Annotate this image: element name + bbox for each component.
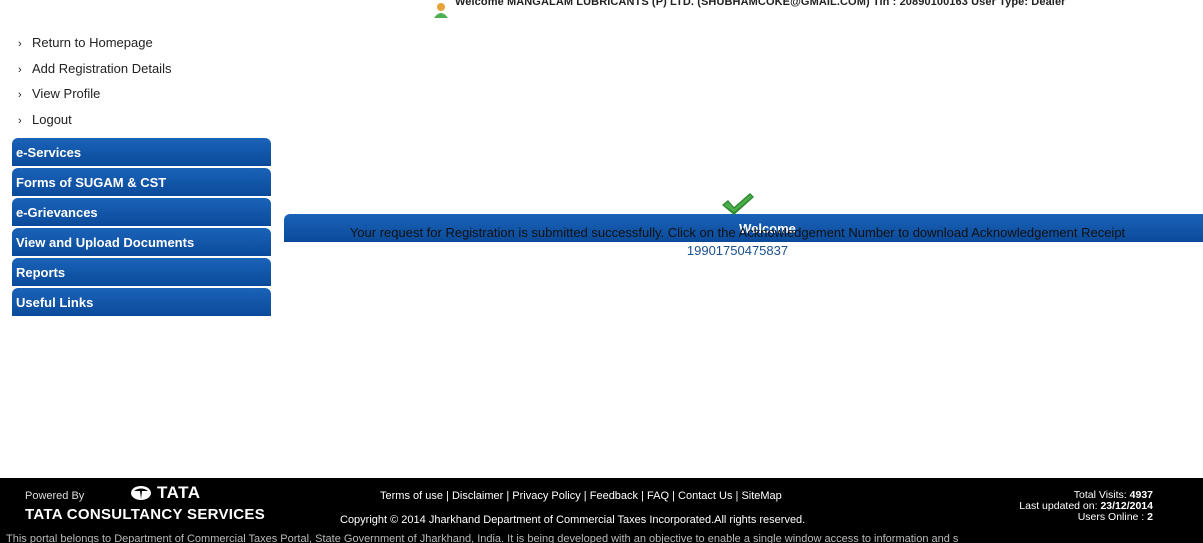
portal-description: This portal belongs to Department of Com… xyxy=(6,533,959,543)
sidebar-section-view-upload-documents[interactable]: View and Upload Documents xyxy=(12,228,271,256)
link-label: Logout xyxy=(32,111,72,127)
footer-link-privacy[interactable]: Privacy Policy xyxy=(512,490,580,502)
link-label: View Profile xyxy=(32,86,101,101)
footer-link-faq[interactable]: FAQ xyxy=(647,490,669,502)
tata-wordmark: TATA xyxy=(157,483,201,502)
check-icon xyxy=(721,193,754,215)
chevron-right-icon: › xyxy=(18,63,22,76)
sidebar-link-view-profile[interactable]: › View Profile xyxy=(12,81,271,107)
top-welcome-bar: Welcome MANGALAM LUBRICANTS (P) LTD. (SH… xyxy=(0,0,1203,18)
footer-links: Terms of use | Disclaimer | Privacy Poli… xyxy=(380,490,782,502)
link-label: Return to Homepage xyxy=(32,35,153,50)
sidebar-link-list: › Return to Homepage › Add Registration De… xyxy=(12,24,271,136)
users-online-value: 2 xyxy=(1147,511,1153,523)
footer-link-feedback[interactable]: Feedback xyxy=(590,490,638,502)
sidebar-section-reports[interactable]: Reports xyxy=(12,258,271,286)
footer-link-terms[interactable]: Terms of use xyxy=(380,490,443,502)
site-stats: Total Visits: 4937 Last updated on: 23/1… xyxy=(1019,490,1153,523)
footer-link-contact[interactable]: Contact Us xyxy=(678,490,732,502)
welcome-text: Welcome MANGALAM LUBRICANTS (P) LTD. (SH… xyxy=(455,0,1066,8)
chevron-right-icon: › xyxy=(18,89,22,101)
sidebar-section-e-grievances[interactable]: e-Grievances xyxy=(12,198,271,226)
sidebar-section-useful-links[interactable]: Useful Links xyxy=(12,288,271,316)
sidebar-link-return-homepage[interactable]: › Return to Homepage xyxy=(12,30,271,56)
success-message: Your request for Registration is submitt… xyxy=(349,225,1126,240)
chevron-right-icon: › xyxy=(18,114,22,127)
tata-logo-icon xyxy=(131,486,151,500)
powered-by-label: Powered By xyxy=(25,490,85,502)
main-content: Your request for Registration is submitt… xyxy=(272,190,1203,260)
tcs-wordmark: TATA CONSULTANCY SERVICES xyxy=(25,506,266,523)
footer-link-sitemap[interactable]: SiteMap xyxy=(741,490,781,502)
sidebar-link-add-registration[interactable]: › Add Registration Details xyxy=(12,56,271,82)
chevron-right-icon: › xyxy=(18,38,22,50)
footer-link-disclaimer[interactable]: Disclaimer xyxy=(452,490,503,502)
link-label: Add Registration Details xyxy=(32,60,172,76)
sidebar-link-logout[interactable]: › Logout xyxy=(12,107,271,133)
footer: Powered By TATA TATA CONSULTANCY SERVICE… xyxy=(0,478,1203,543)
user-icon xyxy=(434,3,448,18)
sidebar: Welcome › Return to Homepage › Add Registr… xyxy=(12,24,1203,316)
sidebar-section-forms-sugam-cst[interactable]: Forms of SUGAM & CST xyxy=(12,168,271,196)
copyright-text: Copyright © 2014 Jharkhand Department of… xyxy=(340,514,806,526)
acknowledgement-number-link[interactable]: 19901750475837 xyxy=(687,243,788,258)
users-online-label: Users Online : xyxy=(1077,511,1145,523)
sidebar-section-e-services[interactable]: e-Services xyxy=(12,138,271,166)
